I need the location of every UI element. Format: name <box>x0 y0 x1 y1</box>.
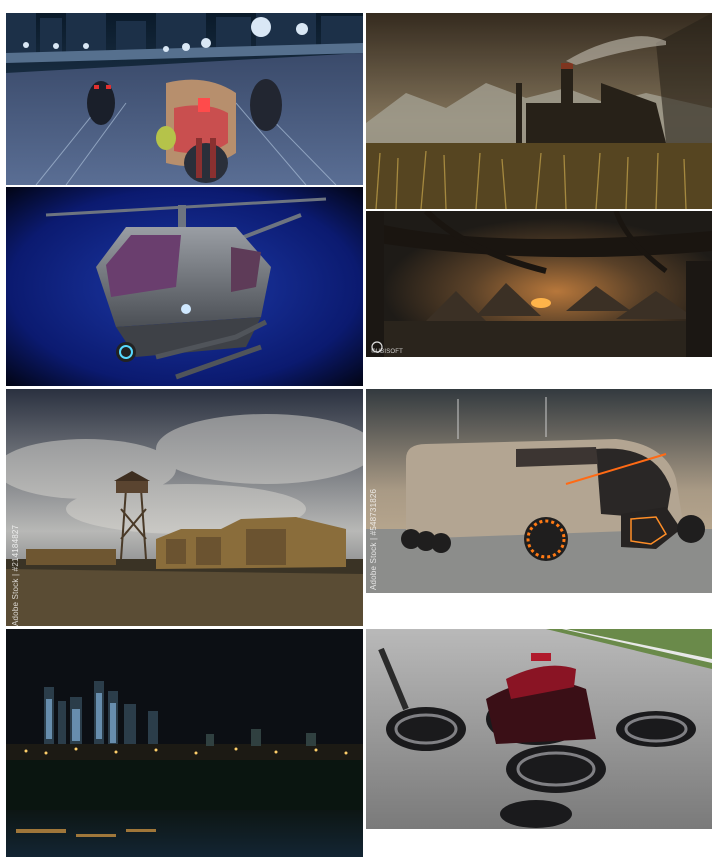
city-skyline-image <box>6 629 363 857</box>
tile-anime-motorcycles <box>6 13 363 185</box>
tile-futuristic-truck: Adobe Stock | #548731826 <box>366 389 712 593</box>
tile-watchtower: Adobe Stock | #214184827 <box>6 389 363 626</box>
tile-forest-camp: ©UBISOFT <box>366 211 712 357</box>
tile-helicopter-drone <box>6 187 363 386</box>
tile-city-skyline <box>6 629 363 857</box>
helicopter-drone-image <box>6 187 363 386</box>
ubisoft-watermark: ©UBISOFT <box>371 349 404 355</box>
anime-motorcycles-image <box>6 13 363 185</box>
adobe-stock-watermark-right: Adobe Stock | #548731826 <box>369 488 378 590</box>
forest-camp-image <box>366 211 712 357</box>
hoverbike-image <box>366 629 712 829</box>
adobe-stock-watermark-left: Adobe Stock | #214184827 <box>11 524 20 626</box>
watchtower-image <box>6 389 363 626</box>
futuristic-truck-image <box>366 389 712 593</box>
tile-industrial-ruins <box>366 13 712 209</box>
tile-hoverbike <box>366 629 712 829</box>
industrial-ruins-image <box>366 13 712 209</box>
